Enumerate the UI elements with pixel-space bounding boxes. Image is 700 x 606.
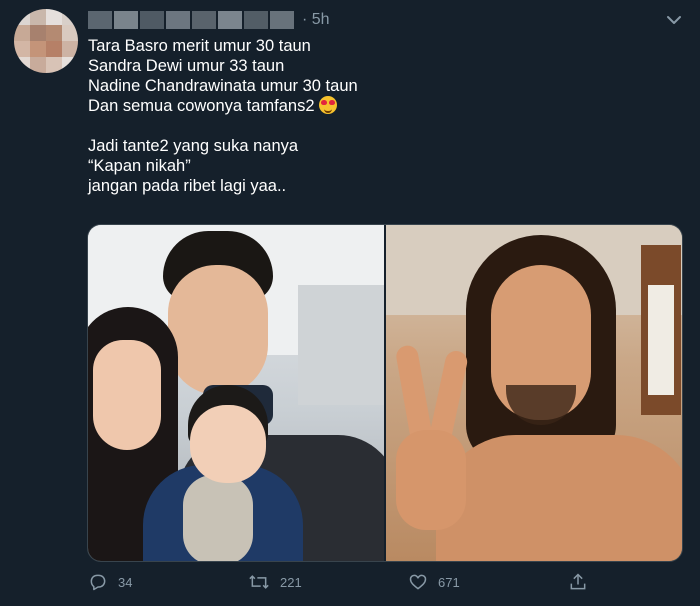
reply-count: 34	[118, 574, 133, 590]
retweet-count: 221	[280, 574, 302, 590]
tweet-line: Tara Basro merit umur 30 taun	[88, 37, 311, 55]
tweet-line: “Kapan nikah”	[88, 157, 191, 175]
retweet-button[interactable]: 221	[248, 572, 408, 592]
reply-button[interactable]: 34	[88, 572, 248, 592]
heart-eyes-emoji-icon	[318, 96, 337, 114]
tweet-header: · 5h	[88, 9, 330, 31]
share-button[interactable]	[568, 572, 608, 592]
tweet-card[interactable]: · 5h Tara Basro merit umur 30 taun Sandr…	[0, 0, 700, 606]
tweet-actions: 34 221 671	[88, 570, 648, 594]
tweet-text: Tara Basro merit umur 30 taun Sandra Dew…	[88, 36, 668, 196]
heart-icon	[408, 572, 428, 592]
share-icon	[568, 572, 588, 592]
timestamp-text: 5h	[311, 11, 330, 28]
chevron-down-icon[interactable]	[662, 8, 686, 32]
tweet-line: Jadi tante2 yang suka nanya	[88, 137, 299, 155]
tweet-timestamp[interactable]: · 5h	[302, 11, 330, 29]
tweet-line: Sandra Dewi umur 33 taun	[88, 57, 285, 75]
tweet-line: Nadine Chandrawinata umur 30 taun	[88, 77, 358, 95]
media-grid[interactable]	[87, 224, 683, 562]
like-count: 671	[438, 574, 460, 590]
like-button[interactable]: 671	[408, 572, 568, 592]
man-peace-sign-photo[interactable]	[386, 225, 682, 561]
tweet-line: jangan pada ribet lagi yaa..	[88, 177, 287, 195]
retweet-icon	[248, 572, 270, 592]
reply-icon	[88, 572, 108, 592]
avatar[interactable]	[14, 9, 78, 73]
tweet-line-with-emoji: Dan semua cowonya tamfans2	[88, 96, 668, 116]
blurred-username[interactable]	[88, 11, 294, 29]
family-photo[interactable]	[88, 225, 384, 561]
tweet-line: Dan semua cowonya tamfans2	[88, 97, 315, 115]
